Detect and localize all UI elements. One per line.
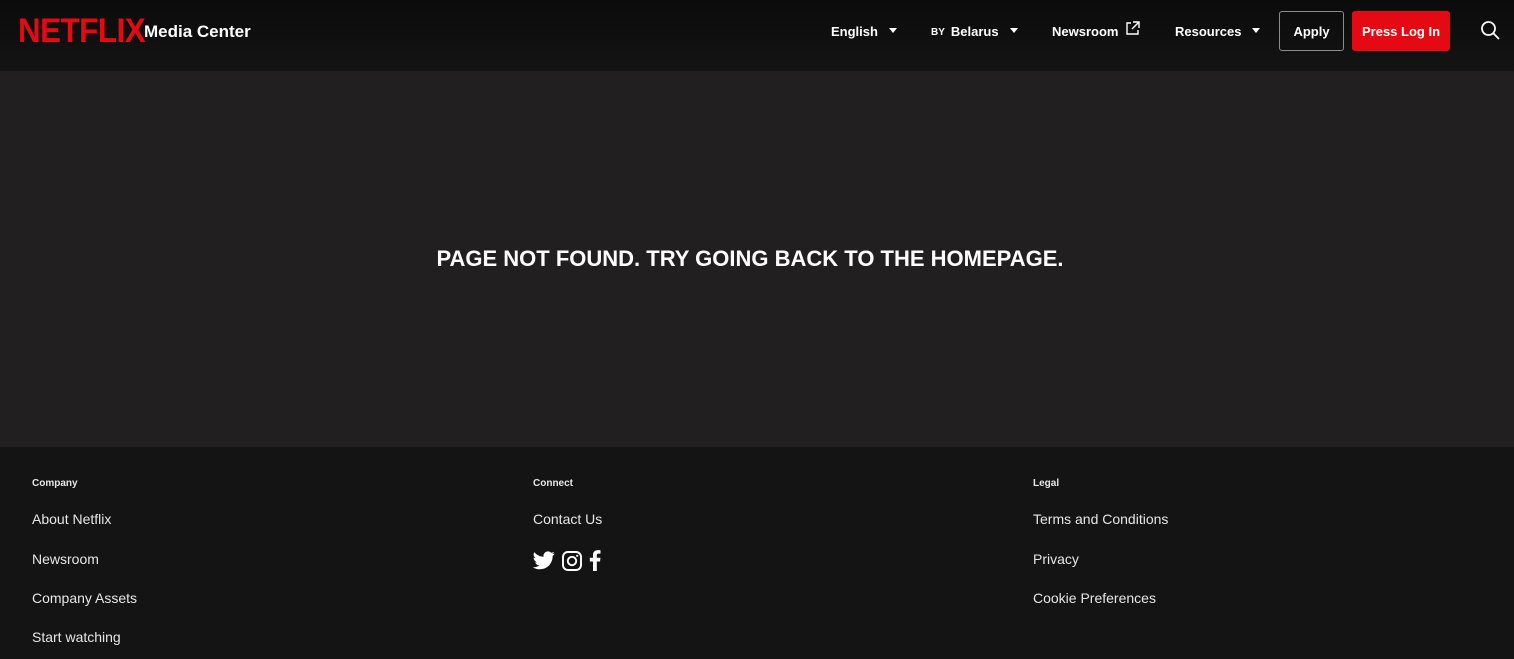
footer-link-newsroom[interactable]: Newsroom: [32, 551, 99, 567]
facebook-icon[interactable]: [589, 550, 601, 571]
footer-heading-connect: Connect: [533, 478, 573, 489]
social-links: [533, 550, 608, 571]
search-icon[interactable]: [1478, 18, 1502, 42]
twitter-icon[interactable]: [533, 551, 555, 570]
site-footer: Company About Netflix Newsroom Company A…: [0, 447, 1514, 659]
language-dropdown[interactable]: English: [831, 0, 897, 63]
chevron-down-icon: [1252, 28, 1261, 33]
newsroom-link[interactable]: Newsroom: [1052, 0, 1141, 63]
chevron-down-icon: [1009, 28, 1018, 33]
footer-heading-legal: Legal: [1033, 478, 1060, 489]
instagram-icon[interactable]: [562, 550, 582, 571]
footer-link-about-netflix[interactable]: About Netflix: [32, 511, 111, 527]
footer-link-start-watching[interactable]: Start watching: [32, 629, 121, 645]
footer-link-cookie-preferences[interactable]: Cookie Preferences: [1033, 590, 1156, 606]
page-not-found-message: PAGE NOT FOUND. TRY GOING BACK TO THE HO…: [436, 246, 1064, 271]
press-login-button[interactable]: Press Log In: [1352, 11, 1450, 51]
footer-link-privacy[interactable]: Privacy: [1033, 551, 1079, 567]
netflix-logo[interactable]: NETFLIX: [18, 12, 146, 50]
region-flag: BY: [931, 27, 945, 38]
region-dropdown[interactable]: BY Belarus: [931, 0, 1018, 63]
chevron-down-icon: [888, 28, 897, 33]
footer-link-terms[interactable]: Terms and Conditions: [1033, 511, 1168, 527]
footer-link-company-assets[interactable]: Company Assets: [32, 590, 137, 606]
external-link-icon: [1125, 20, 1141, 39]
region-label: Belarus: [950, 24, 999, 39]
language-label: English: [831, 24, 878, 39]
main-content: PAGE NOT FOUND. TRY GOING BACK TO THE HO…: [0, 71, 1514, 447]
resources-dropdown[interactable]: Resources: [1175, 0, 1261, 63]
footer-link-contact-us[interactable]: Contact Us: [533, 511, 602, 527]
site-title[interactable]: Media Center: [144, 22, 251, 42]
resources-label: Resources: [1175, 24, 1242, 39]
apply-button[interactable]: Apply: [1279, 11, 1344, 51]
site-header: NETFLIX Media Center English BY Belarus …: [0, 0, 1514, 71]
newsroom-label: Newsroom: [1052, 24, 1119, 39]
footer-heading-company: Company: [32, 478, 78, 489]
